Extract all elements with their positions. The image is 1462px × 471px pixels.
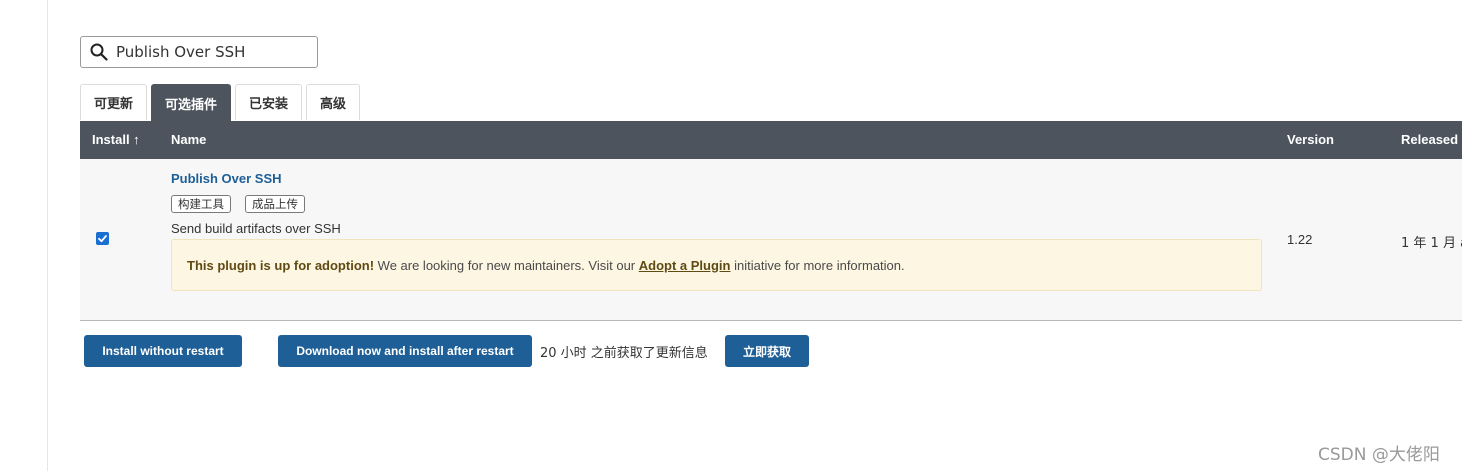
search-box[interactable] <box>80 36 318 68</box>
adoption-notice-title: This plugin is up for adoption! <box>187 257 375 273</box>
adoption-notice: This plugin is up for adoption! We are l… <box>171 239 1262 291</box>
fetch-now-button[interactable]: 立即获取 <box>725 335 809 367</box>
plugin-released: 1 年 1 月 a <box>1401 236 1462 251</box>
csdn-watermark: CSDN @大佬阳 <box>1318 445 1440 465</box>
column-header-name[interactable]: Name <box>171 121 206 159</box>
adoption-notice-text: We are looking for new maintainers. Visi… <box>377 257 636 273</box>
download-install-after-restart-button[interactable]: Download now and install after restart <box>278 335 532 367</box>
tab-installed[interactable]: 已安装 <box>235 84 303 120</box>
plugin-description: Send build artifacts over SSH <box>171 221 341 236</box>
install-without-restart-button[interactable]: Install without restart <box>84 335 242 367</box>
table-row: Publish Over SSH 构建工具 成品上传 Send build ar… <box>80 159 1462 321</box>
category-tag[interactable]: 构建工具 <box>171 195 231 213</box>
column-header-version[interactable]: Version <box>1287 121 1334 159</box>
plugin-version: 1.22 <box>1287 232 1313 247</box>
checkmark-icon <box>98 235 107 243</box>
tab-available[interactable]: 可选插件 <box>151 84 232 121</box>
category-tag[interactable]: 成品上传 <box>245 195 305 213</box>
adoption-notice-text-end: initiative for more information. <box>734 257 905 273</box>
plugin-tabs: 可更新 可选插件 已安装 高级 <box>80 84 364 121</box>
search-icon <box>90 43 108 61</box>
left-sidebar <box>0 0 48 471</box>
tab-advanced[interactable]: 高级 <box>306 84 361 120</box>
column-header-install[interactable]: Install ↑ <box>92 121 140 159</box>
column-header-released[interactable]: Released <box>1401 121 1458 159</box>
plugin-table-header: Install ↑ Name Version Released <box>80 121 1462 159</box>
update-info-text: 20 小时 之前获取了更新信息 <box>540 346 708 361</box>
plugin-name-link[interactable]: Publish Over SSH <box>171 171 282 186</box>
search-input[interactable] <box>116 43 306 61</box>
install-checkbox[interactable] <box>96 232 109 245</box>
adopt-a-plugin-link[interactable]: Adopt a Plugin <box>639 258 731 273</box>
tab-updates[interactable]: 可更新 <box>80 84 148 120</box>
